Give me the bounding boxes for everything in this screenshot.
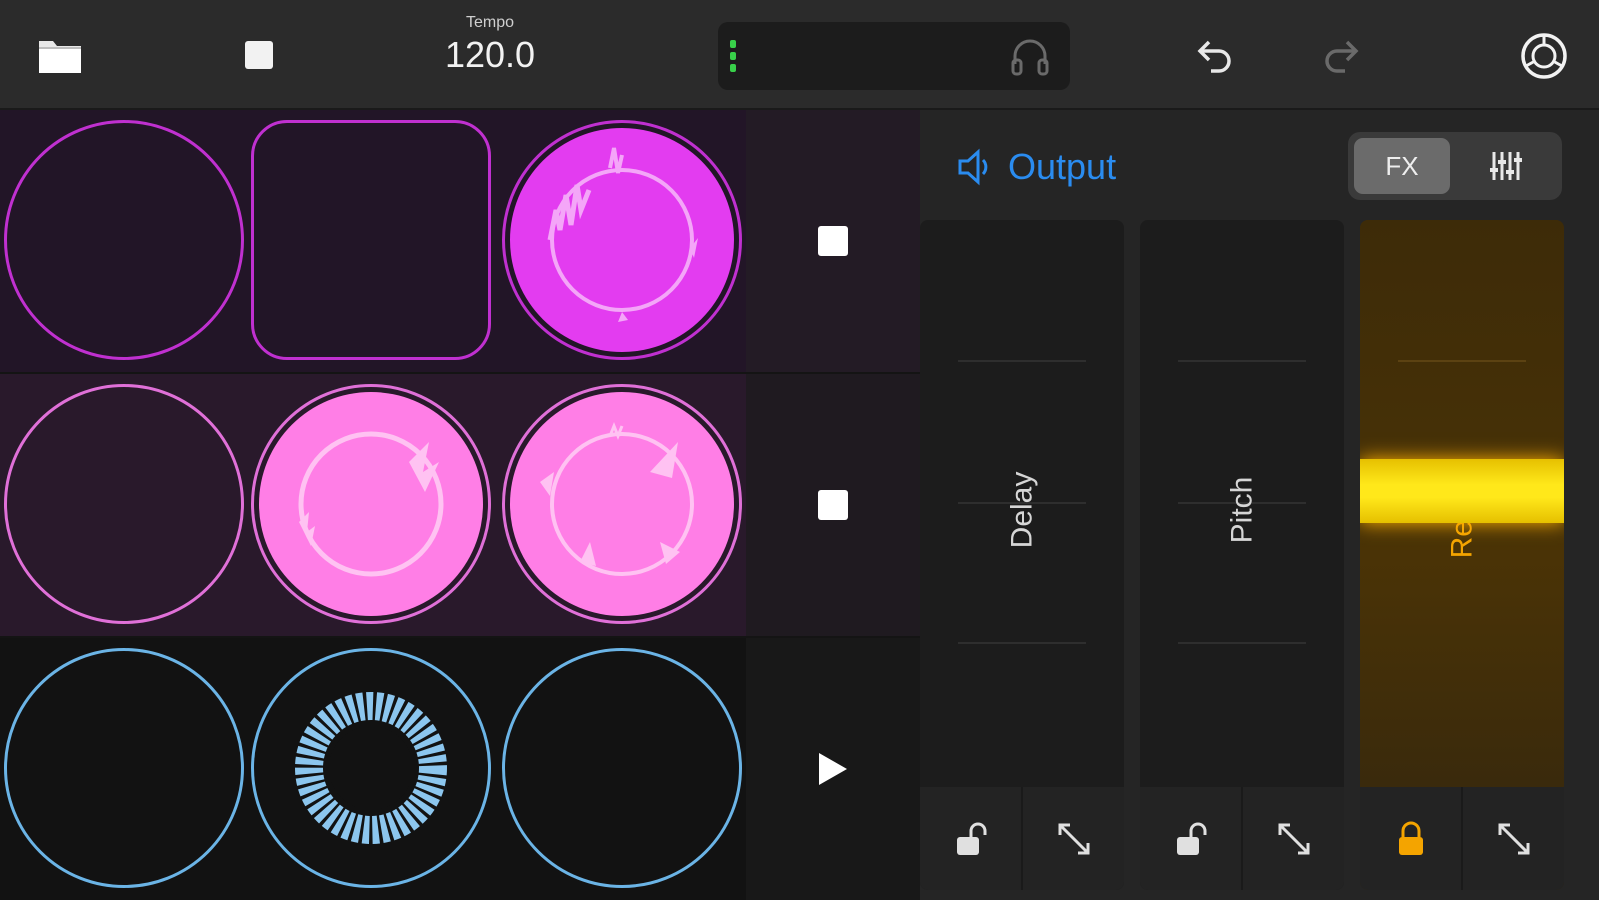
tempo-label: Tempo (465, 14, 515, 31)
folder-icon (39, 41, 81, 73)
tab-mixer[interactable] (1456, 138, 1556, 194)
row-stop-button[interactable] (746, 110, 920, 372)
tempo-value: 120.0 (444, 34, 536, 75)
stop-icon (818, 490, 848, 520)
grid-line (958, 360, 1086, 362)
undo-icon (1197, 40, 1231, 73)
grid-line (1398, 360, 1526, 362)
view-segmented-control: FX (1348, 132, 1562, 200)
expand-button[interactable] (1463, 787, 1564, 890)
lock-icon (1398, 821, 1423, 855)
expand-button[interactable] (1023, 787, 1124, 890)
loop-pad-playing[interactable] (502, 120, 742, 360)
row-play-button[interactable] (746, 638, 920, 900)
redo-icon (1325, 40, 1359, 73)
redo-button[interactable] (1320, 36, 1364, 76)
lock-button[interactable] (1140, 787, 1241, 890)
play-icon (819, 753, 847, 785)
stop-all-button[interactable] (244, 40, 274, 70)
lock-button[interactable] (1360, 787, 1461, 890)
meter-bar (730, 52, 736, 60)
output-panel: Output FX Delay Pitch (920, 110, 1599, 900)
mixer-icon (1490, 152, 1522, 180)
loop-pad[interactable] (502, 648, 742, 888)
loop-pad[interactable] (4, 384, 244, 624)
unlock-icon (956, 822, 986, 855)
fx-strip-pitch: Pitch (1140, 220, 1344, 890)
fx-strip-footer (920, 787, 1124, 890)
fx-slider[interactable]: Pitch (1140, 220, 1344, 785)
settings-icon (1521, 33, 1567, 79)
headphones-icon[interactable] (1010, 36, 1050, 78)
expand-icon (1058, 823, 1089, 854)
settings-button[interactable] (1518, 30, 1570, 82)
output-header[interactable]: Output (956, 146, 1116, 188)
waveform-icon (547, 147, 698, 322)
loop-pad[interactable] (4, 648, 244, 888)
waveform-icon (298, 431, 444, 577)
toolbar: Tempo 120.0 (0, 0, 1599, 110)
fx-strip-footer (1140, 787, 1344, 890)
pad-fill (259, 392, 483, 616)
level-meter[interactable] (718, 22, 1070, 90)
speaker-icon (958, 148, 988, 186)
pad-fill (510, 392, 734, 616)
loop-pad-recorded[interactable] (251, 648, 491, 888)
pads-row-2 (0, 374, 746, 636)
stop-icon (245, 41, 273, 69)
fx-strip-footer (1360, 787, 1564, 890)
fx-slider[interactable]: Reverb (1360, 220, 1564, 785)
tab-fx[interactable]: FX (1354, 138, 1450, 194)
fx-name: Delay (1004, 471, 1038, 549)
grid-row (0, 374, 920, 636)
fx-strip-delay: Delay (920, 220, 1124, 890)
grid-row (0, 110, 920, 372)
pads-row-3 (0, 638, 746, 900)
stop-icon (818, 226, 848, 256)
loop-pad-playing[interactable] (502, 384, 742, 624)
expand-button[interactable] (1243, 787, 1344, 890)
grid-line (1178, 360, 1306, 362)
output-title: Output (1008, 146, 1117, 187)
fx-level-handle[interactable] (1360, 459, 1564, 523)
tempo-control[interactable]: Tempo 120.0 (430, 14, 550, 76)
undo-button[interactable] (1192, 36, 1236, 76)
loop-pad[interactable] (4, 120, 244, 360)
loop-grid (0, 110, 920, 900)
expand-icon (1498, 823, 1529, 854)
waveform-icon (540, 421, 694, 576)
fx-strip-reverb: Reverb (1360, 220, 1564, 890)
pads-row-1 (0, 110, 746, 372)
meter-bar (730, 64, 736, 72)
fx-name: Pitch (1224, 476, 1258, 544)
grid-line (958, 642, 1086, 644)
folder-button[interactable] (36, 34, 84, 76)
row-stop-button[interactable] (746, 374, 920, 636)
grid-row (0, 638, 920, 900)
lock-button[interactable] (920, 787, 1021, 890)
unlock-icon (1176, 822, 1206, 855)
grid-line (1178, 642, 1306, 644)
pad-fill (510, 128, 734, 352)
meter-bar (730, 40, 736, 48)
waveform-icon (295, 692, 447, 844)
expand-icon (1278, 823, 1309, 854)
fx-slider[interactable]: Delay (920, 220, 1124, 785)
loop-pad-playing[interactable] (251, 384, 491, 624)
loop-pad[interactable] (251, 120, 491, 360)
